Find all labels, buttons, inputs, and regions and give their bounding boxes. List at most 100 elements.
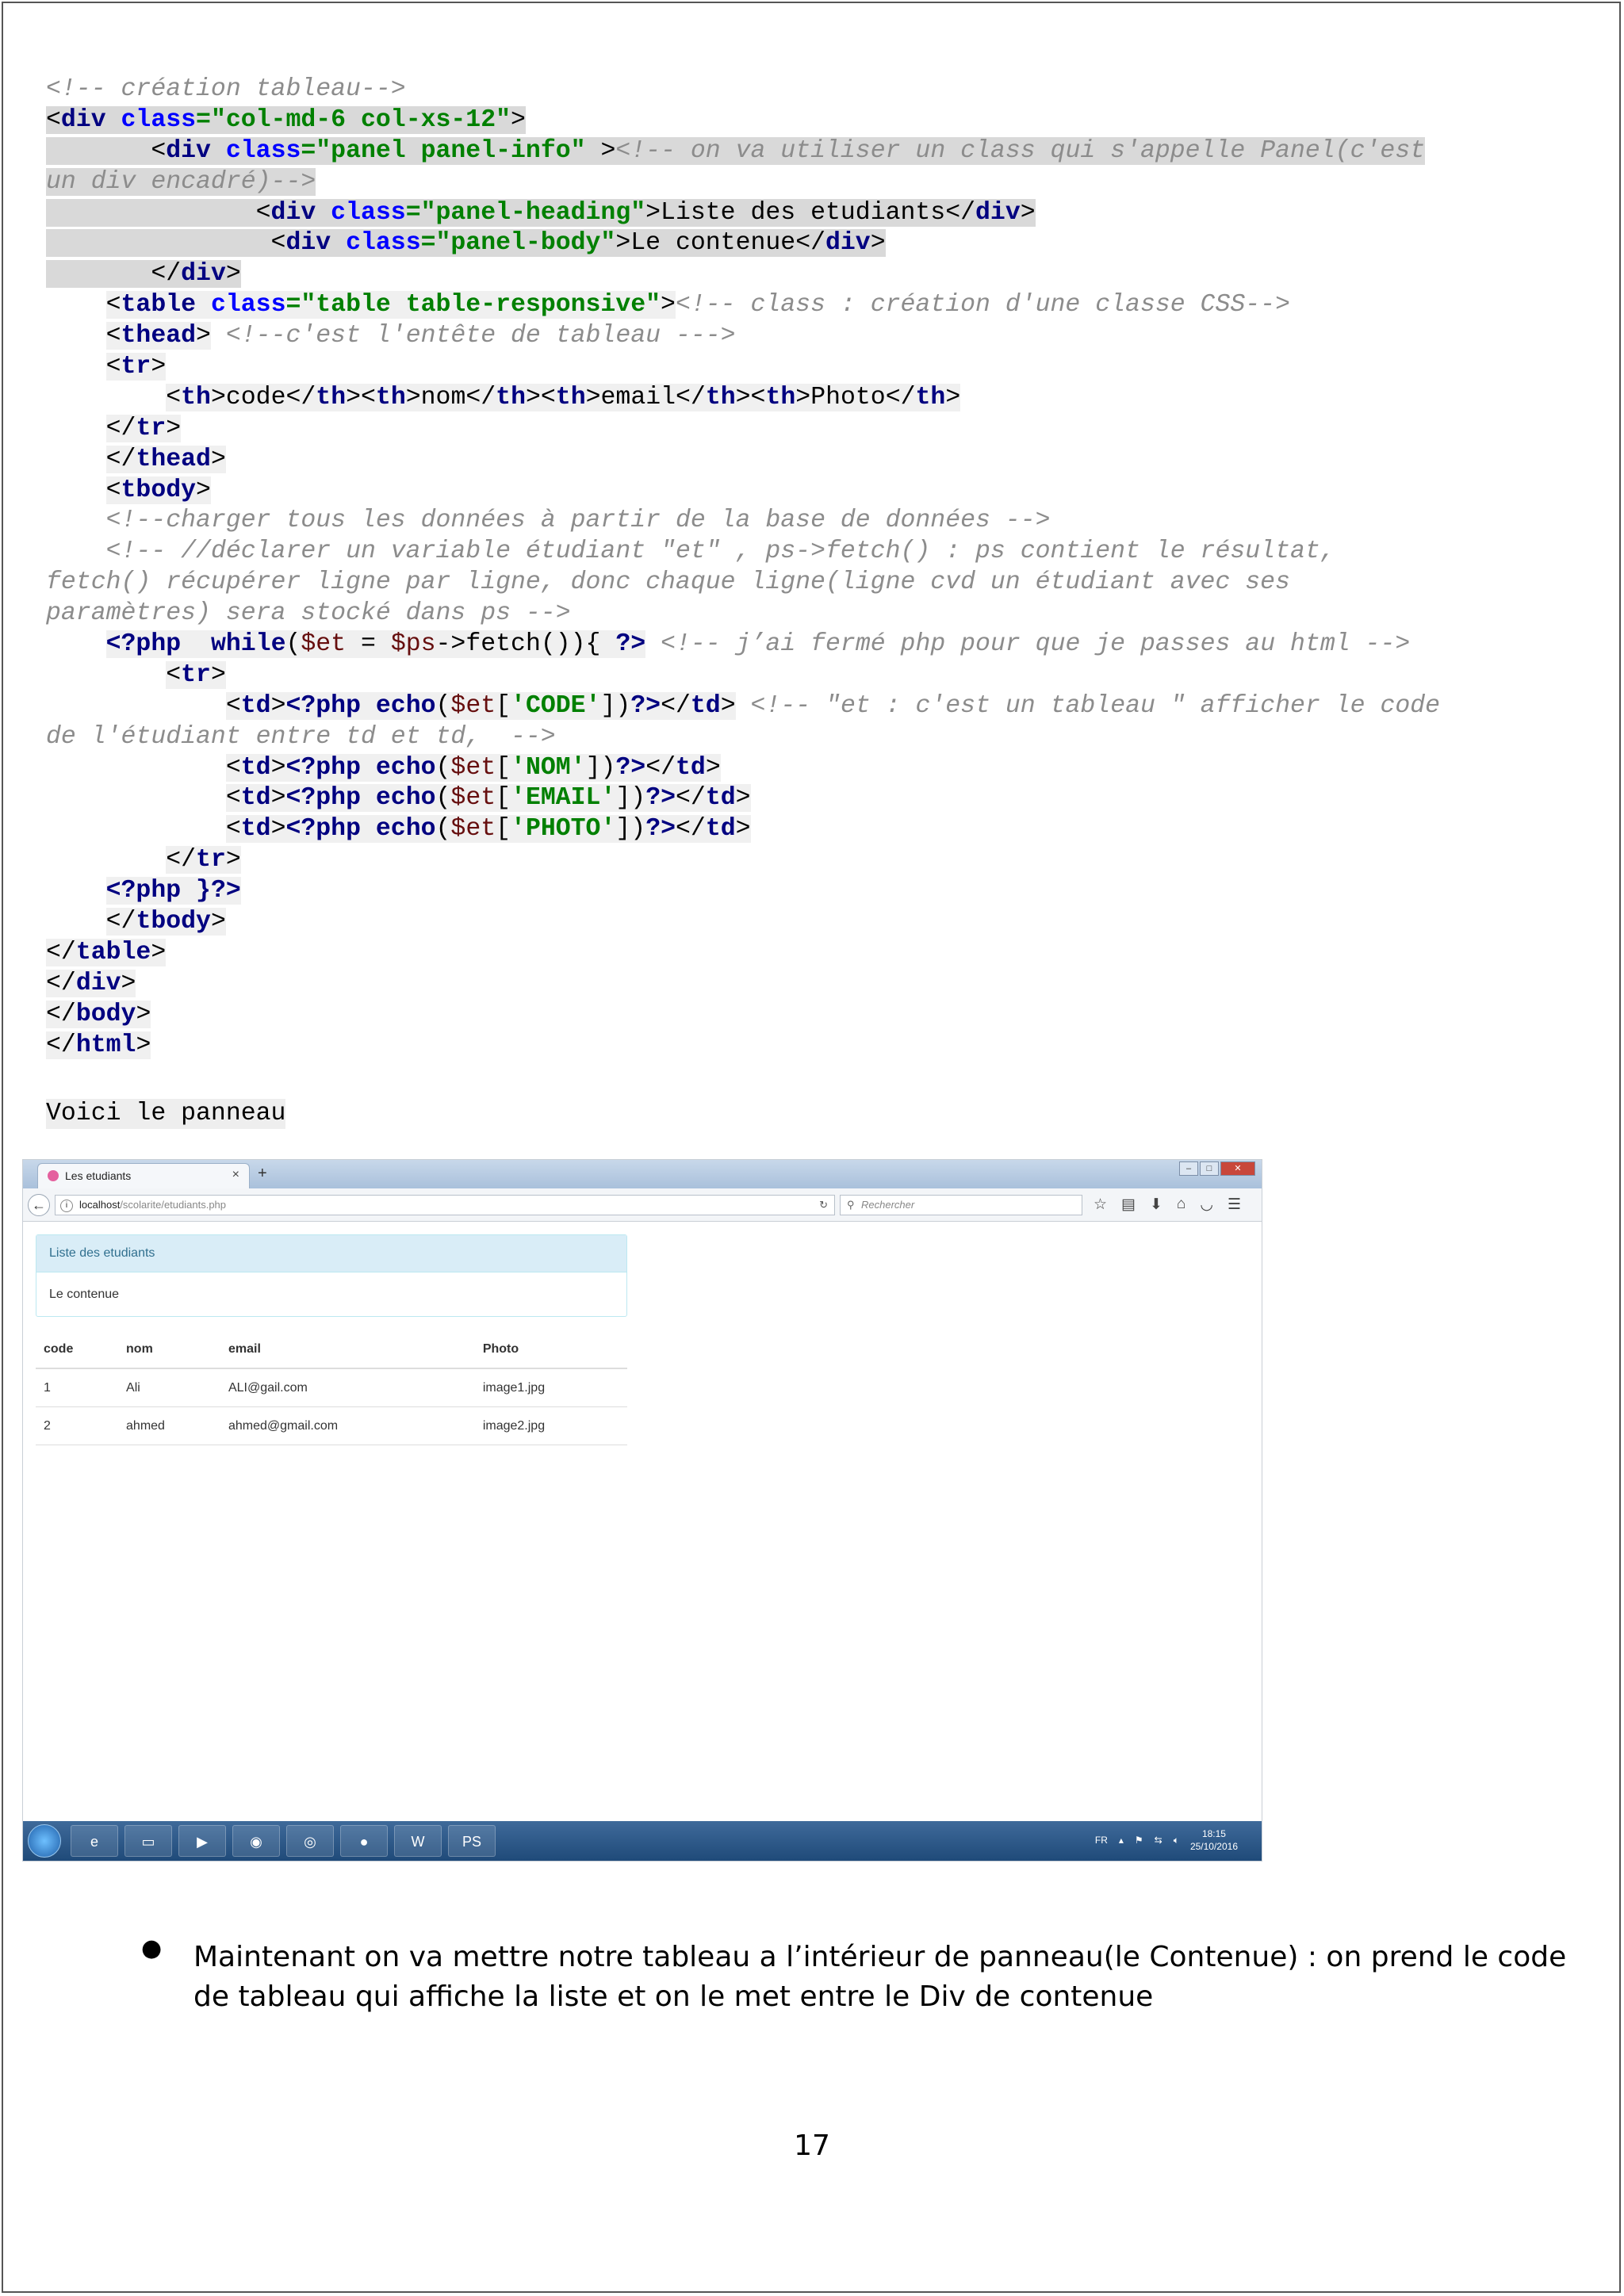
address-bar[interactable]: i localhost/scolarite/etudiants.php ↻	[55, 1195, 835, 1215]
code-line: <td><?php echo($et['EMAIL'])?></td>	[225, 784, 751, 813]
code-php: <?php	[285, 815, 361, 844]
column-header: code	[36, 1331, 119, 1369]
code-line: <div class="col-md-6 col-xs-12">	[46, 105, 1600, 136]
code-tag: th	[496, 383, 526, 411]
code-php: <?php	[105, 630, 182, 659]
code-tag: div	[60, 105, 106, 134]
window-controls: – □ ✕	[1179, 1161, 1255, 1176]
code-attr: class	[331, 198, 406, 227]
file-explorer-icon[interactable]: ▭	[124, 1825, 172, 1857]
taskbar: e ▭ ▶ ◉ ◎ ● W PS FR ▴ ⚑ ⇆ 🔈︎ 18:15 25/10…	[23, 1821, 1262, 1861]
new-tab-button[interactable]: +	[258, 1165, 267, 1183]
table-header-row: code nom email Photo	[36, 1331, 627, 1369]
code-tag: thead	[136, 445, 211, 473]
cell-nom: Ali	[118, 1368, 220, 1407]
code-tag: tbody	[136, 908, 211, 936]
code-php: ?>	[630, 691, 661, 720]
column-header: Photo	[474, 1331, 627, 1369]
url-path: /scolarite/etudiants.php	[120, 1199, 227, 1211]
code-comment: paramètres) sera stocké dans ps -->	[46, 599, 571, 628]
code-var: $et	[450, 815, 496, 844]
code-attr-value: ="panel panel-info"	[301, 136, 586, 165]
code-text: Le contenue	[630, 229, 796, 258]
system-tray: FR ▴ ⚑ ⇆ 🔈︎ 18:15 25/10/2016	[1095, 1827, 1238, 1853]
voici-label: Voici le panneau	[46, 1099, 286, 1129]
cell-email: ALI@gail.com	[220, 1368, 475, 1407]
reading-list-icon[interactable]: ▤	[1121, 1196, 1136, 1214]
code-attr: class	[346, 229, 421, 258]
download-icon[interactable]: ⬇	[1150, 1196, 1162, 1214]
network-icon[interactable]: ⇆	[1155, 1835, 1162, 1846]
code-tag: th	[316, 383, 347, 411]
code-line: <?php }?>	[46, 876, 1600, 907]
code-tag: td	[240, 784, 271, 813]
word-icon[interactable]: W	[394, 1825, 442, 1857]
code-line: </tr>	[166, 846, 241, 874]
code-attr-value: ="table table-responsive"	[285, 291, 661, 320]
cell-photo: image2.jpg	[474, 1406, 627, 1445]
code-line: <td><?php echo($et['NOM'])?></td>	[225, 753, 721, 782]
media-player-icon[interactable]: ▶	[178, 1825, 226, 1857]
code-tag: td	[240, 753, 271, 782]
info-icon[interactable]: i	[60, 1199, 73, 1212]
chrome-icon[interactable]: ◉	[232, 1825, 280, 1857]
minimize-icon[interactable]: –	[1179, 1161, 1198, 1176]
internet-explorer-icon[interactable]: e	[71, 1825, 118, 1857]
tab-title: Les etudiants	[65, 1169, 132, 1182]
tab-close-icon[interactable]: ×	[232, 1168, 239, 1182]
menu-icon[interactable]: ☰	[1228, 1196, 1241, 1214]
code-tag: div	[166, 136, 211, 165]
code-comment: <!--c'est l'entête de tableau --->	[210, 322, 736, 350]
code-var: $et	[450, 753, 496, 782]
code-line: <td><?php echo($et['CODE'])?></td> <!-- …	[225, 691, 1441, 720]
code-tag: td	[240, 815, 271, 844]
volume-icon[interactable]: 🔈︎	[1174, 1835, 1179, 1846]
code-comment: <!-- création tableau-->	[46, 75, 406, 103]
bullet-paragraph: Maintenant on va mettre notre tableau a …	[193, 1941, 1567, 2013]
code-tag: div	[825, 229, 871, 258]
firefox-icon[interactable]: ●	[340, 1825, 388, 1857]
column-header: nom	[118, 1331, 220, 1369]
code-line: <table class="table table-responsive"><!…	[105, 291, 1290, 320]
code-text: Liste des etudiants	[661, 198, 946, 227]
code-line: </thead>	[105, 445, 226, 473]
code-text: code	[225, 383, 286, 411]
language-indicator[interactable]: FR	[1095, 1835, 1108, 1846]
code-attr-value: ="col-md-6 col-xs-12"	[196, 105, 511, 134]
favicon-icon	[48, 1170, 59, 1181]
app-icon[interactable]: ◎	[286, 1825, 334, 1857]
browser-tab[interactable]: Les etudiants ×	[37, 1163, 250, 1188]
code-var: $et	[301, 630, 347, 659]
code-string: 'NOM'	[511, 753, 586, 782]
reload-icon[interactable]: ↻	[819, 1196, 828, 1215]
code-attr-value: ="panel-body"	[420, 229, 616, 258]
bookmark-star-icon[interactable]: ☆	[1094, 1196, 1107, 1214]
maximize-icon[interactable]: □	[1200, 1161, 1219, 1176]
flag-icon[interactable]: ⚑	[1135, 1835, 1143, 1846]
table-row: 2 ahmed ahmed@gmail.com image2.jpg	[36, 1406, 627, 1445]
home-icon[interactable]: ⌂	[1177, 1196, 1185, 1214]
tray-arrow-icon[interactable]: ▴	[1119, 1835, 1124, 1846]
cell-code: 1	[36, 1368, 119, 1407]
code-string: 'CODE'	[511, 691, 601, 720]
code-tag: th	[705, 383, 736, 411]
clock[interactable]: 18:15 25/10/2016	[1190, 1827, 1238, 1853]
cell-code: 2	[36, 1406, 119, 1445]
column-header: email	[220, 1331, 475, 1369]
code-php: <?php	[285, 753, 361, 782]
table-row: 1 Ali ALI@gail.com image1.jpg	[36, 1368, 627, 1407]
start-button[interactable]	[28, 1824, 61, 1858]
pocket-icon[interactable]: ◡	[1200, 1196, 1213, 1214]
code-tag: thead	[121, 322, 197, 350]
back-arrow-icon[interactable]: ←	[28, 1194, 50, 1216]
close-window-icon[interactable]: ✕	[1220, 1161, 1255, 1176]
code-tag: table	[121, 291, 197, 320]
code-tag: tr	[181, 660, 211, 689]
code-line: <tbody>	[105, 476, 211, 504]
clock-date: 25/10/2016	[1189, 1841, 1238, 1852]
phpstorm-icon[interactable]: PS	[448, 1825, 496, 1857]
search-input[interactable]: ⚲ Rechercher	[840, 1195, 1082, 1215]
code-line: <thead> <!--c'est l'entête de tableau --…	[105, 322, 736, 350]
code-keyword: echo	[375, 815, 436, 844]
code-text: email	[600, 383, 676, 411]
